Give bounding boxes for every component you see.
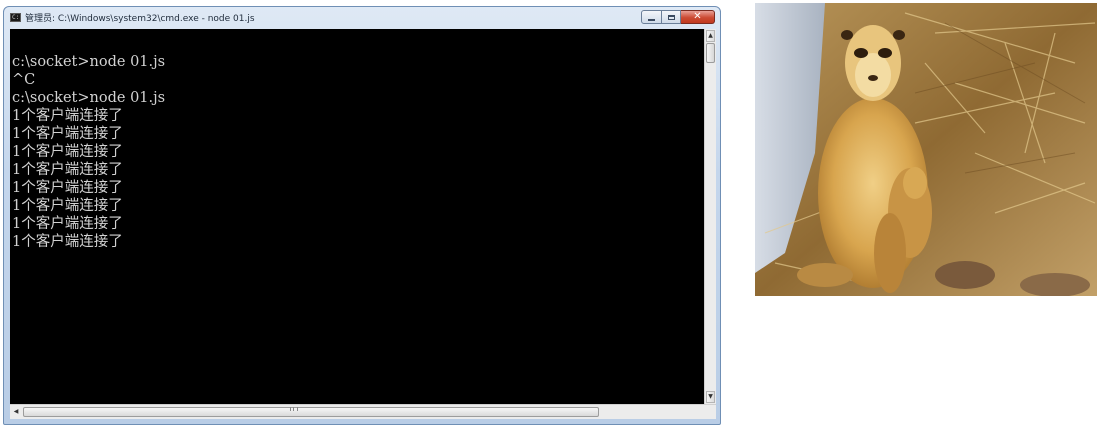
scroll-left-arrow-icon[interactable]: ◀ [10,407,22,417]
scroll-down-arrow-icon[interactable]: ▼ [706,391,715,403]
horizontal-scroll-thumb[interactable] [23,407,599,417]
cmd-icon[interactable]: C: [10,13,21,22]
window-controls: ✕ [641,10,715,24]
console-line: 1个客户端连接了 [12,216,123,232]
window-title: 管理员: C:\Windows\system32\cmd.exe - node … [25,14,255,24]
horizontal-scrollbar[interactable]: ◀ ▶ [10,404,716,419]
vertical-scrollbar[interactable]: ▲ ▼ [704,29,716,404]
console-output[interactable]: c:\socket>node 01.js ^C c:\socket>node 01.… [10,29,704,404]
console-line: c:\socket>node 01.js [12,90,166,106]
maximize-button[interactable] [662,10,681,24]
console-line: 1个客户端连接了 [12,126,123,142]
console-line: 1个客户端连接了 [12,180,123,196]
close-button[interactable]: ✕ [681,10,715,24]
console-line: 1个客户端连接了 [12,234,123,250]
console-lines: c:\socket>node 01.js ^C c:\socket>node 01.… [12,53,165,251]
console-line: 1个客户端连接了 [12,162,123,178]
scroll-grip-icon [290,407,298,411]
cmd-window: C: 管理员: C:\Windows\system32\cmd.exe - no… [3,6,721,425]
close-icon: ✕ [693,11,702,22]
scroll-up-arrow-icon[interactable]: ▲ [706,30,715,42]
resize-grip[interactable] [704,408,714,418]
console-line: 1个客户端连接了 [12,144,123,160]
minimize-icon [648,18,655,21]
console-line: c:\socket>node 01.js [12,54,166,70]
console-line: 1个客户端连接了 [12,198,123,214]
meerkat-photo [755,3,1097,296]
vertical-scroll-thumb[interactable] [706,43,715,63]
maximize-icon [667,14,675,20]
minimize-button[interactable] [641,10,662,24]
console-line: ^C [12,72,36,88]
title-bar[interactable]: C: 管理员: C:\Windows\system32\cmd.exe - no… [4,7,720,29]
console-line: 1个客户端连接了 [12,108,123,124]
